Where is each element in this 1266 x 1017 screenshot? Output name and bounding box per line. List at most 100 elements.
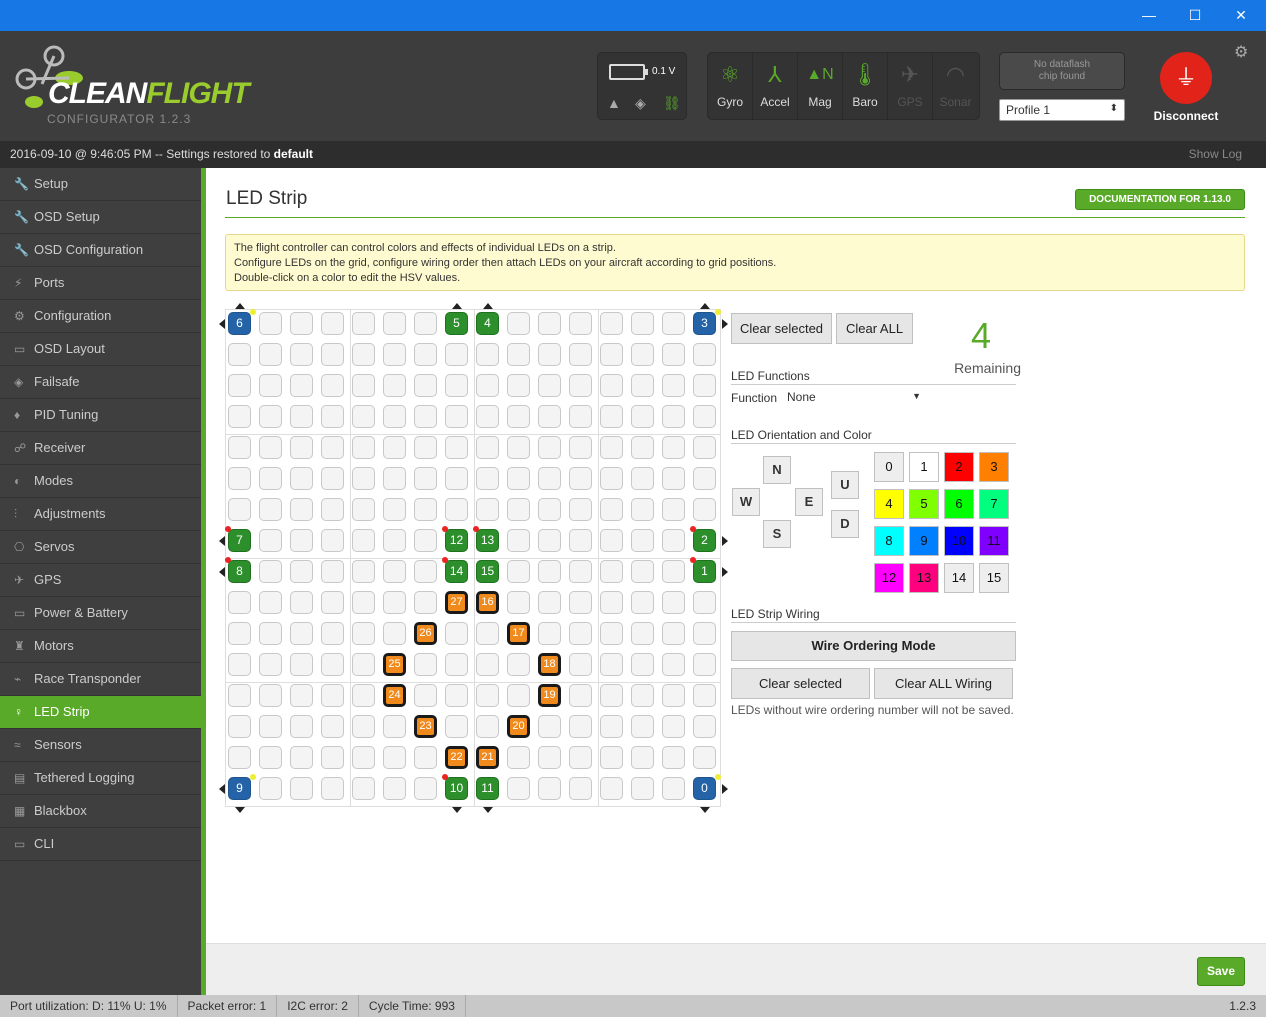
grid-cell[interactable]	[228, 653, 251, 676]
grid-cell[interactable]	[693, 374, 716, 397]
grid-cell[interactable]	[352, 622, 375, 645]
wire-clear-selected-button[interactable]: Clear selected	[731, 668, 870, 699]
grid-cell[interactable]	[383, 715, 406, 738]
led-cell[interactable]: 22	[445, 746, 468, 769]
grid-cell[interactable]	[321, 343, 344, 366]
grid-cell[interactable]	[352, 591, 375, 614]
led-cell[interactable]: 9	[228, 777, 251, 800]
color-swatch[interactable]: 10	[944, 526, 974, 556]
grid-cell[interactable]	[414, 405, 437, 428]
grid-cell[interactable]	[352, 312, 375, 335]
grid-cell[interactable]	[507, 436, 530, 459]
grid-cell[interactable]	[507, 374, 530, 397]
color-swatch[interactable]: 14	[944, 563, 974, 593]
clear-selected-button[interactable]: Clear selected	[731, 313, 832, 344]
grid-cell[interactable]	[259, 591, 282, 614]
grid-cell[interactable]	[321, 374, 344, 397]
direction-n-button[interactable]: N	[763, 456, 791, 484]
sidebar-item-osd-configuration[interactable]: 🔧 OSD Configuration	[0, 234, 201, 267]
grid-cell[interactable]	[259, 343, 282, 366]
grid-cell[interactable]	[259, 467, 282, 490]
grid-cell[interactable]	[693, 498, 716, 521]
grid-cell[interactable]	[538, 529, 561, 552]
grid-cell[interactable]	[290, 653, 313, 676]
grid-cell[interactable]	[476, 374, 499, 397]
grid-cell[interactable]	[259, 653, 282, 676]
color-swatch[interactable]: 3	[979, 452, 1009, 482]
wire-ordering-mode-button[interactable]: Wire Ordering Mode	[731, 631, 1016, 661]
grid-cell[interactable]	[662, 312, 685, 335]
show-log-link[interactable]: Show Log	[1189, 147, 1242, 161]
color-swatch[interactable]: 9	[909, 526, 939, 556]
grid-cell[interactable]	[352, 467, 375, 490]
grid-cell[interactable]	[414, 560, 437, 583]
grid-cell[interactable]	[414, 498, 437, 521]
grid-cell[interactable]	[569, 374, 592, 397]
grid-cell[interactable]	[321, 529, 344, 552]
color-swatch[interactable]: 0	[874, 452, 904, 482]
grid-cell[interactable]	[476, 498, 499, 521]
grid-cell[interactable]	[228, 343, 251, 366]
grid-cell[interactable]	[662, 777, 685, 800]
grid-cell[interactable]	[321, 405, 344, 428]
disconnect-label[interactable]: Disconnect	[1150, 109, 1222, 123]
color-swatch[interactable]: 8	[874, 526, 904, 556]
direction-w-button[interactable]: W	[732, 488, 760, 516]
grid-cell[interactable]	[569, 746, 592, 769]
grid-cell[interactable]	[228, 374, 251, 397]
grid-cell[interactable]	[321, 715, 344, 738]
grid-cell[interactable]	[507, 591, 530, 614]
grid-cell[interactable]	[445, 653, 468, 676]
grid-cell[interactable]	[693, 622, 716, 645]
grid-cell[interactable]	[507, 777, 530, 800]
function-select[interactable]: None ▼	[783, 389, 923, 407]
grid-cell[interactable]	[693, 684, 716, 707]
led-cell[interactable]: 24	[383, 684, 406, 707]
grid-cell[interactable]	[476, 653, 499, 676]
grid-cell[interactable]	[259, 746, 282, 769]
grid-cell[interactable]	[538, 591, 561, 614]
color-swatch[interactable]: 7	[979, 489, 1009, 519]
grid-cell[interactable]	[569, 405, 592, 428]
grid-cell[interactable]	[662, 405, 685, 428]
disconnect-button[interactable]: ⏚	[1160, 52, 1212, 104]
grid-cell[interactable]	[693, 591, 716, 614]
grid-cell[interactable]	[569, 343, 592, 366]
grid-cell[interactable]	[569, 467, 592, 490]
grid-cell[interactable]	[476, 436, 499, 459]
grid-cell[interactable]	[631, 653, 654, 676]
grid-cell[interactable]	[693, 467, 716, 490]
sidebar-item-servos[interactable]: ⎔ Servos	[0, 531, 201, 564]
grid-cell[interactable]	[228, 436, 251, 459]
close-button[interactable]: ✕	[1218, 0, 1264, 31]
grid-cell[interactable]	[383, 436, 406, 459]
grid-cell[interactable]	[569, 529, 592, 552]
color-swatch[interactable]: 4	[874, 489, 904, 519]
grid-cell[interactable]	[383, 777, 406, 800]
led-cell[interactable]: 21	[476, 746, 499, 769]
grid-cell[interactable]	[321, 622, 344, 645]
sidebar-item-cli[interactable]: ▭ CLI	[0, 828, 201, 861]
grid-cell[interactable]	[414, 777, 437, 800]
grid-cell[interactable]	[321, 436, 344, 459]
grid-cell[interactable]	[414, 312, 437, 335]
grid-cell[interactable]	[445, 622, 468, 645]
grid-cell[interactable]	[600, 405, 623, 428]
grid-cell[interactable]	[259, 498, 282, 521]
grid-cell[interactable]	[600, 746, 623, 769]
grid-cell[interactable]	[290, 715, 313, 738]
grid-cell[interactable]	[352, 653, 375, 676]
grid-cell[interactable]	[507, 746, 530, 769]
grid-cell[interactable]	[662, 715, 685, 738]
grid-cell[interactable]	[600, 715, 623, 738]
grid-cell[interactable]	[631, 591, 654, 614]
grid-cell[interactable]	[228, 746, 251, 769]
grid-cell[interactable]	[259, 405, 282, 428]
grid-cell[interactable]	[631, 715, 654, 738]
color-swatch[interactable]: 6	[944, 489, 974, 519]
grid-cell[interactable]	[600, 467, 623, 490]
grid-cell[interactable]	[290, 312, 313, 335]
grid-cell[interactable]	[600, 498, 623, 521]
led-cell[interactable]: 20	[507, 715, 530, 738]
grid-cell[interactable]	[662, 436, 685, 459]
